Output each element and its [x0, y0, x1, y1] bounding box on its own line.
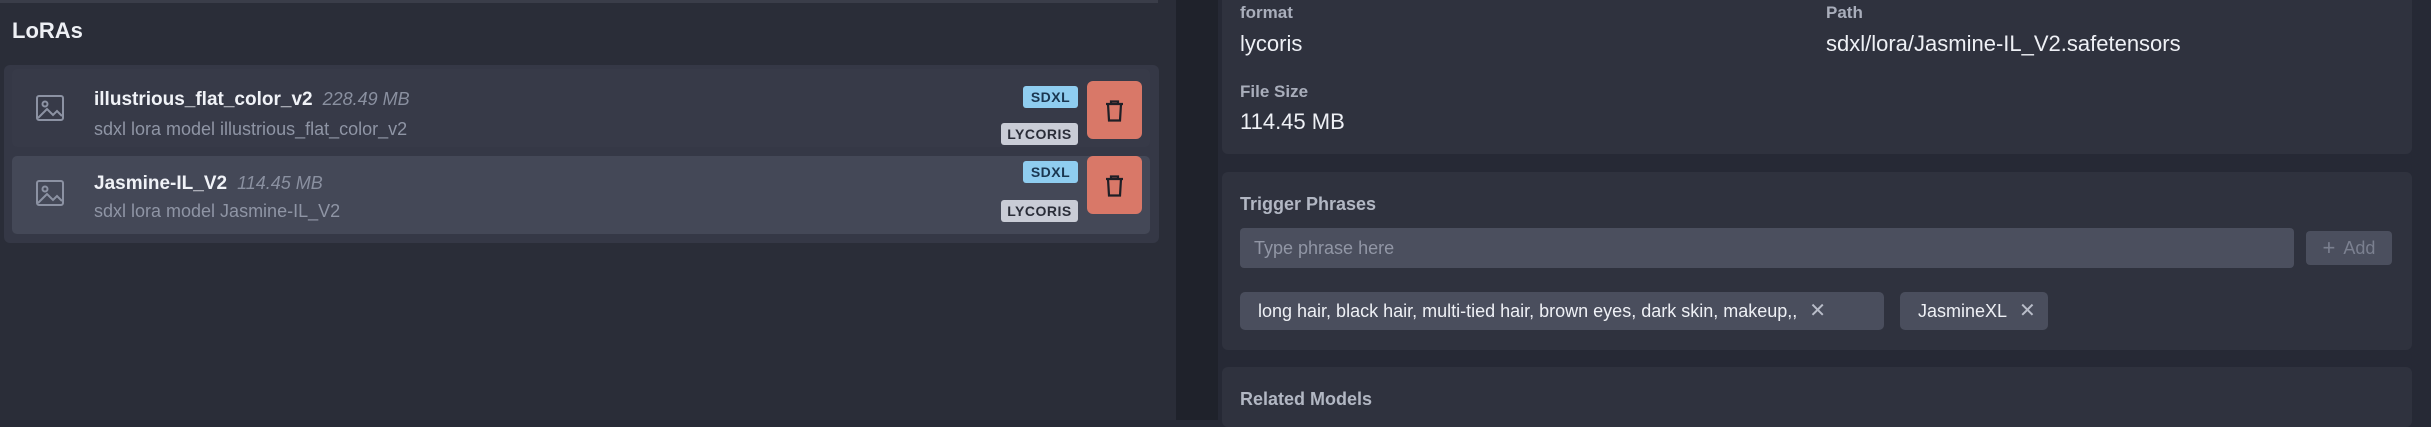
add-button-label: Add	[2343, 238, 2376, 258]
lora-list-item-selected[interactable]: Jasmine-IL_V2 114.45 MB sdxl lora model J…	[12, 156, 1150, 234]
model-details-panel: format lycoris Path sdxl/lora/Jasmine-IL…	[1218, 0, 2431, 427]
lora-size: 228.49 MB	[322, 89, 410, 109]
section-title: LoRAs	[12, 18, 83, 43]
lora-name: Jasmine-IL_V2	[94, 173, 228, 194]
panel-top-border	[0, 0, 1158, 3]
lora-description: sdxl lora model illustrious_flat_color_v…	[94, 119, 408, 139]
model-type-badge: LYCORIS	[1001, 123, 1078, 145]
trigger-phrase-tag: JasmineXL ✕	[1900, 292, 2048, 330]
trash-icon	[1106, 100, 1123, 122]
base-model-badge: SDXL	[1023, 161, 1078, 183]
lora-list: illustrious_flat_color_v2 228.49 MB sdxl …	[4, 65, 1159, 243]
image-placeholder-icon	[34, 178, 66, 208]
related-models-title: Related Models	[1240, 389, 1373, 409]
plus-icon: +	[2322, 235, 2336, 260]
filesize-value: 114.45 MB	[1240, 109, 1345, 134]
trigger-phrase-input[interactable]	[1240, 228, 2294, 268]
lora-name-row: Jasmine-IL_V2 114.45 MB	[94, 173, 323, 195]
format-value: lycoris	[1240, 31, 1303, 56]
path-label: Path	[1826, 3, 1863, 22]
lora-name-row: illustrious_flat_color_v2 228.49 MB	[94, 89, 410, 111]
model-info-card: format lycoris Path sdxl/lora/Jasmine-IL…	[1222, 0, 2412, 154]
trash-icon	[1106, 175, 1123, 197]
filesize-label: File Size	[1240, 82, 1309, 101]
related-models-card: Related Models	[1222, 367, 2412, 427]
base-model-badge: SDXL	[1023, 86, 1078, 108]
lora-name: illustrious_flat_color_v2	[94, 89, 313, 110]
trigger-phrases-title: Trigger Phrases	[1240, 194, 1377, 214]
image-placeholder-icon	[34, 93, 66, 123]
trigger-phrases-card: Trigger Phrases + Add long hair, black ha…	[1222, 172, 2412, 350]
lora-description: sdxl lora model Jasmine-IL_V2	[94, 201, 341, 221]
lora-list-panel: LoRAs illustrious_flat_color_v2 228.49 MB…	[0, 0, 1176, 420]
panel-divider[interactable]	[1176, 0, 1218, 420]
delete-button[interactable]	[1087, 156, 1142, 214]
add-phrase-button[interactable]: + Add	[2306, 231, 2392, 265]
lora-list-item[interactable]: illustrious_flat_color_v2 228.49 MB sdxl …	[12, 69, 1150, 147]
tag-label: long hair, black hair, multi-tied hair, …	[1258, 301, 1798, 321]
lora-size: 114.45 MB	[237, 173, 323, 193]
trigger-phrase-tag: long hair, black hair, multi-tied hair, …	[1240, 292, 1884, 330]
path-value: sdxl/lora/Jasmine-IL_V2.safetensors	[1826, 31, 2181, 56]
remove-tag-icon[interactable]: ✕	[1809, 292, 1826, 330]
tag-label: JasmineXL	[1918, 301, 2008, 321]
format-label: format	[1240, 3, 1293, 22]
remove-tag-icon[interactable]: ✕	[2019, 292, 2036, 330]
delete-button[interactable]	[1087, 81, 1142, 139]
model-type-badge: LYCORIS	[1001, 200, 1078, 222]
